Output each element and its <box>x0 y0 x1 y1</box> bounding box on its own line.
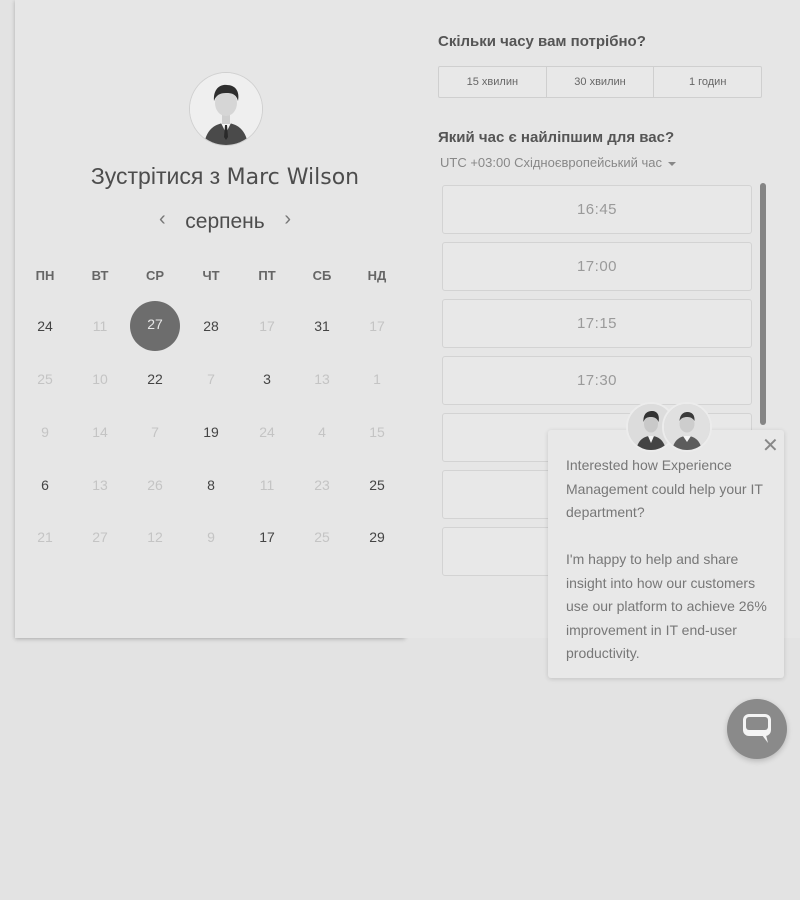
duration-selector: 15 хвилин 30 хвилин 1 годин <box>438 66 762 98</box>
unavailable-day: 27 <box>92 529 108 545</box>
unavailable-day: 17 <box>369 318 385 334</box>
chat-launcher-button[interactable] <box>727 699 787 759</box>
unavailable-day: 17 <box>259 318 275 334</box>
time-slot[interactable]: 17:15 <box>442 299 752 348</box>
slot-list-scrollbar[interactable] <box>760 183 766 425</box>
duration-option-30[interactable]: 30 хвилин <box>545 67 654 97</box>
weekday-header: СР <box>145 268 165 283</box>
host-photo <box>190 73 262 145</box>
time-slot[interactable]: 17:00 <box>442 242 752 291</box>
timezone-label: UTC +03:00 Східноєвропейський час <box>440 155 662 170</box>
chat-bubble-icon <box>743 714 771 743</box>
weekday-header: ВТ <box>91 268 109 283</box>
chevron-right-icon[interactable]: › <box>284 208 291 231</box>
caret-down-icon <box>667 161 676 166</box>
duration-option-60[interactable]: 1 годин <box>653 67 761 97</box>
unavailable-day: 14 <box>92 424 108 440</box>
available-day[interactable]: 6 <box>23 463 67 507</box>
available-day[interactable]: 25 <box>355 463 399 507</box>
chat-invite-message: Interested how Experience Management cou… <box>566 454 776 666</box>
unavailable-day: 12 <box>147 529 163 545</box>
unavailable-day: 10 <box>92 371 108 387</box>
weekday-header: ПТ <box>258 268 276 283</box>
time-question: Який час є найліпшим для вас? <box>438 129 675 146</box>
host-name: Marc Wilson <box>226 165 360 190</box>
selected-day[interactable]: 27 <box>130 301 180 351</box>
available-day[interactable]: 19 <box>189 410 233 454</box>
unavailable-day: 4 <box>318 424 326 440</box>
agent-avatars <box>626 402 712 452</box>
unavailable-day: 24 <box>259 424 275 440</box>
timezone-dropdown[interactable]: UTC +03:00 Східноєвропейський час <box>440 155 676 170</box>
available-day[interactable]: 22 <box>133 357 177 401</box>
chat-invite-popup: ✕ Interested how Experience Management c… <box>548 430 784 678</box>
available-day[interactable]: 29 <box>355 515 399 559</box>
unavailable-day: 9 <box>207 529 215 545</box>
unavailable-day: 9 <box>41 424 49 440</box>
available-day[interactable]: 24 <box>23 304 67 348</box>
meeting-title: Зустрітися з Marc Wilson <box>15 163 435 190</box>
weekday-header: НД <box>367 268 387 283</box>
weekday-header: ПН <box>35 268 55 283</box>
close-icon[interactable]: ✕ <box>762 436 779 456</box>
unavailable-day: 11 <box>259 477 275 493</box>
unavailable-day: 23 <box>314 477 330 493</box>
chat-message-paragraph: Interested how Experience Management cou… <box>566 457 763 520</box>
time-slot[interactable]: 17:30 <box>442 356 752 405</box>
unavailable-day: 25 <box>314 529 330 545</box>
unavailable-day: 26 <box>147 477 163 493</box>
time-slot[interactable]: 16:45 <box>442 185 752 234</box>
unavailable-day: 15 <box>369 424 385 440</box>
unavailable-day: 13 <box>92 477 108 493</box>
unavailable-day: 11 <box>92 318 108 334</box>
month-label: серпень <box>185 210 265 233</box>
available-day[interactable]: 3 <box>245 357 289 401</box>
agent-photo <box>664 404 710 450</box>
duration-option-15[interactable]: 15 хвилин <box>439 67 546 97</box>
unavailable-day: 13 <box>314 371 330 387</box>
unavailable-day: 21 <box>37 529 53 545</box>
unavailable-day: 1 <box>373 371 381 387</box>
unavailable-day: 7 <box>207 371 215 387</box>
chat-message-paragraph: I'm happy to help and share insight into… <box>566 551 767 661</box>
weekday-header: ЧТ <box>202 268 220 283</box>
meeting-title-prefix: Зустрітися з <box>90 163 221 189</box>
host-avatar <box>190 73 262 145</box>
unavailable-day: 7 <box>151 424 159 440</box>
unavailable-day: 25 <box>37 371 53 387</box>
available-day[interactable]: 17 <box>245 515 289 559</box>
agent-avatar <box>662 402 712 452</box>
available-day[interactable]: 28 <box>189 304 233 348</box>
duration-question: Скільки часу вам потрібно? <box>438 33 646 50</box>
available-day[interactable]: 31 <box>300 304 344 348</box>
month-navigator: ‹ серпень › <box>155 208 295 236</box>
available-day[interactable]: 8 <box>189 463 233 507</box>
weekday-header: СБ <box>312 268 332 283</box>
